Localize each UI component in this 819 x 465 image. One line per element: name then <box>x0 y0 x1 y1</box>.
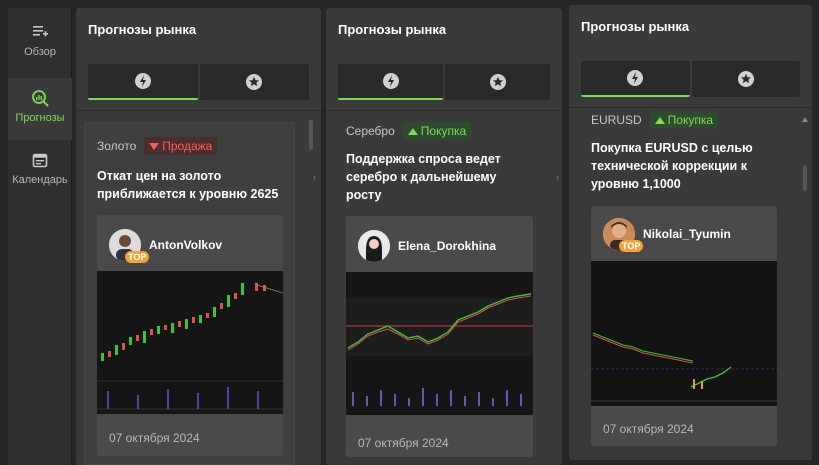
forecast-card[interactable]: EURUSD Покупка Покупка EURUSD с целью те… <box>579 109 799 449</box>
forecast-headline: Откат цен на золото приближается к уровн… <box>97 169 279 201</box>
panel-title: Прогнозы рынка <box>88 22 197 37</box>
forecast-subcard[interactable]: Elena_Dorokhina 07 октября 2024 <box>346 216 533 457</box>
sidebar-item-overview[interactable]: Обзор <box>8 12 72 74</box>
sidebar: Обзор Прогнозы Календарь <box>8 8 72 465</box>
arrow-down-icon <box>149 142 160 150</box>
calendar-icon <box>32 153 48 168</box>
avatar: TOP <box>109 229 150 263</box>
author-name: Elena_Dorokhina <box>398 239 497 253</box>
forecast-date: 07 октября 2024 <box>109 431 200 445</box>
buy-badge: Покупка <box>402 122 472 140</box>
forecast-date: 07 октября 2024 <box>358 436 449 450</box>
arrow-up-icon <box>407 127 418 135</box>
scrollbar[interactable] <box>309 120 313 150</box>
sidebar-item-label: Обзор <box>24 46 56 58</box>
panel-title: Прогнозы рынка <box>581 19 690 34</box>
forecast-panel: Прогнозы рынка Золото Продажа Откат цен … <box>76 8 321 465</box>
top-badge: TOP <box>125 251 150 263</box>
scroll-up-icon[interactable] <box>802 117 808 122</box>
asset-name: Серебро <box>346 124 395 138</box>
lightning-icon <box>382 73 399 89</box>
panel-title: Прогнозы рынка <box>338 22 447 37</box>
tab-lightning[interactable] <box>338 64 443 100</box>
tab-lightning[interactable] <box>581 61 690 97</box>
forecast-subcard[interactable]: TOP AntonVolkov 07 октября 2024 <box>97 215 283 456</box>
list-add-icon <box>33 26 48 37</box>
sidebar-item-calendar[interactable]: Календарь <box>8 140 72 202</box>
candlestick-chart-image <box>97 271 283 414</box>
tab-bar <box>581 61 800 97</box>
author-name: Nikolai_Tyumin <box>643 227 731 241</box>
search-chart-icon <box>32 90 49 107</box>
arrow-up-icon <box>654 116 665 124</box>
sidebar-item-label: Прогнозы <box>15 112 65 124</box>
forecast-headline: Покупка EURUSD с целью технической корре… <box>591 141 753 191</box>
chevron-right-icon: › <box>556 172 559 182</box>
top-badge: TOP <box>619 240 644 252</box>
star-icon <box>489 74 506 90</box>
scrollbar[interactable] <box>803 165 807 191</box>
lightning-icon <box>134 73 151 89</box>
tab-bar <box>338 64 550 100</box>
author-name: AntonVolkov <box>149 238 223 252</box>
tab-favorites[interactable] <box>445 64 550 100</box>
chart-thumbnail[interactable] <box>591 261 777 406</box>
buy-badge: Покупка <box>649 111 719 129</box>
tab-bar <box>88 64 309 100</box>
asset-name: Золото <box>97 139 137 153</box>
author[interactable]: TOP Nikolai_Tyumin <box>603 218 731 252</box>
forecast-headline: Поддержка спроса ведет серебро к дальней… <box>346 152 501 202</box>
sidebar-item-label: Календарь <box>12 174 68 186</box>
forecast-subcard[interactable]: TOP Nikolai_Tyumin 07 октября 2024 <box>591 206 777 446</box>
author[interactable]: TOP AntonVolkov <box>109 229 223 263</box>
forecast-panel: Прогнозы рынка Серебро Покупка Поддержка… <box>326 8 562 465</box>
forecast-card[interactable]: Серебро Покупка Поддержка спроса ведет с… <box>334 112 546 465</box>
forecast-date: 07 октября 2024 <box>603 422 694 436</box>
app-root: Обзор Прогнозы Календарь Прогнозы рынка <box>0 0 819 465</box>
tab-favorites[interactable] <box>199 64 309 100</box>
author[interactable]: Elena_Dorokhina <box>358 230 496 262</box>
asset-name: EURUSD <box>591 113 642 127</box>
star-icon <box>246 74 263 90</box>
avatar <box>358 230 390 262</box>
chart-thumbnail[interactable] <box>97 271 283 414</box>
tab-favorites[interactable] <box>691 61 800 97</box>
chevron-right-icon: › <box>313 172 316 182</box>
lightning-icon <box>627 70 644 86</box>
star-icon <box>737 71 754 87</box>
sidebar-item-forecasts[interactable]: Прогнозы <box>8 78 72 140</box>
sell-badge: Продажа <box>144 137 218 155</box>
tab-lightning[interactable] <box>88 64 198 100</box>
forecast-panel: Прогнозы рынка EURUSD Покупка Покупка EU… <box>569 5 812 460</box>
avatar: TOP <box>603 218 644 252</box>
forecast-card[interactable]: Золото Продажа Откат цен на золото прибл… <box>84 122 295 465</box>
chart-thumbnail[interactable] <box>346 272 533 415</box>
candlestick-chart-image <box>346 272 533 415</box>
candlestick-chart-image <box>591 261 777 406</box>
